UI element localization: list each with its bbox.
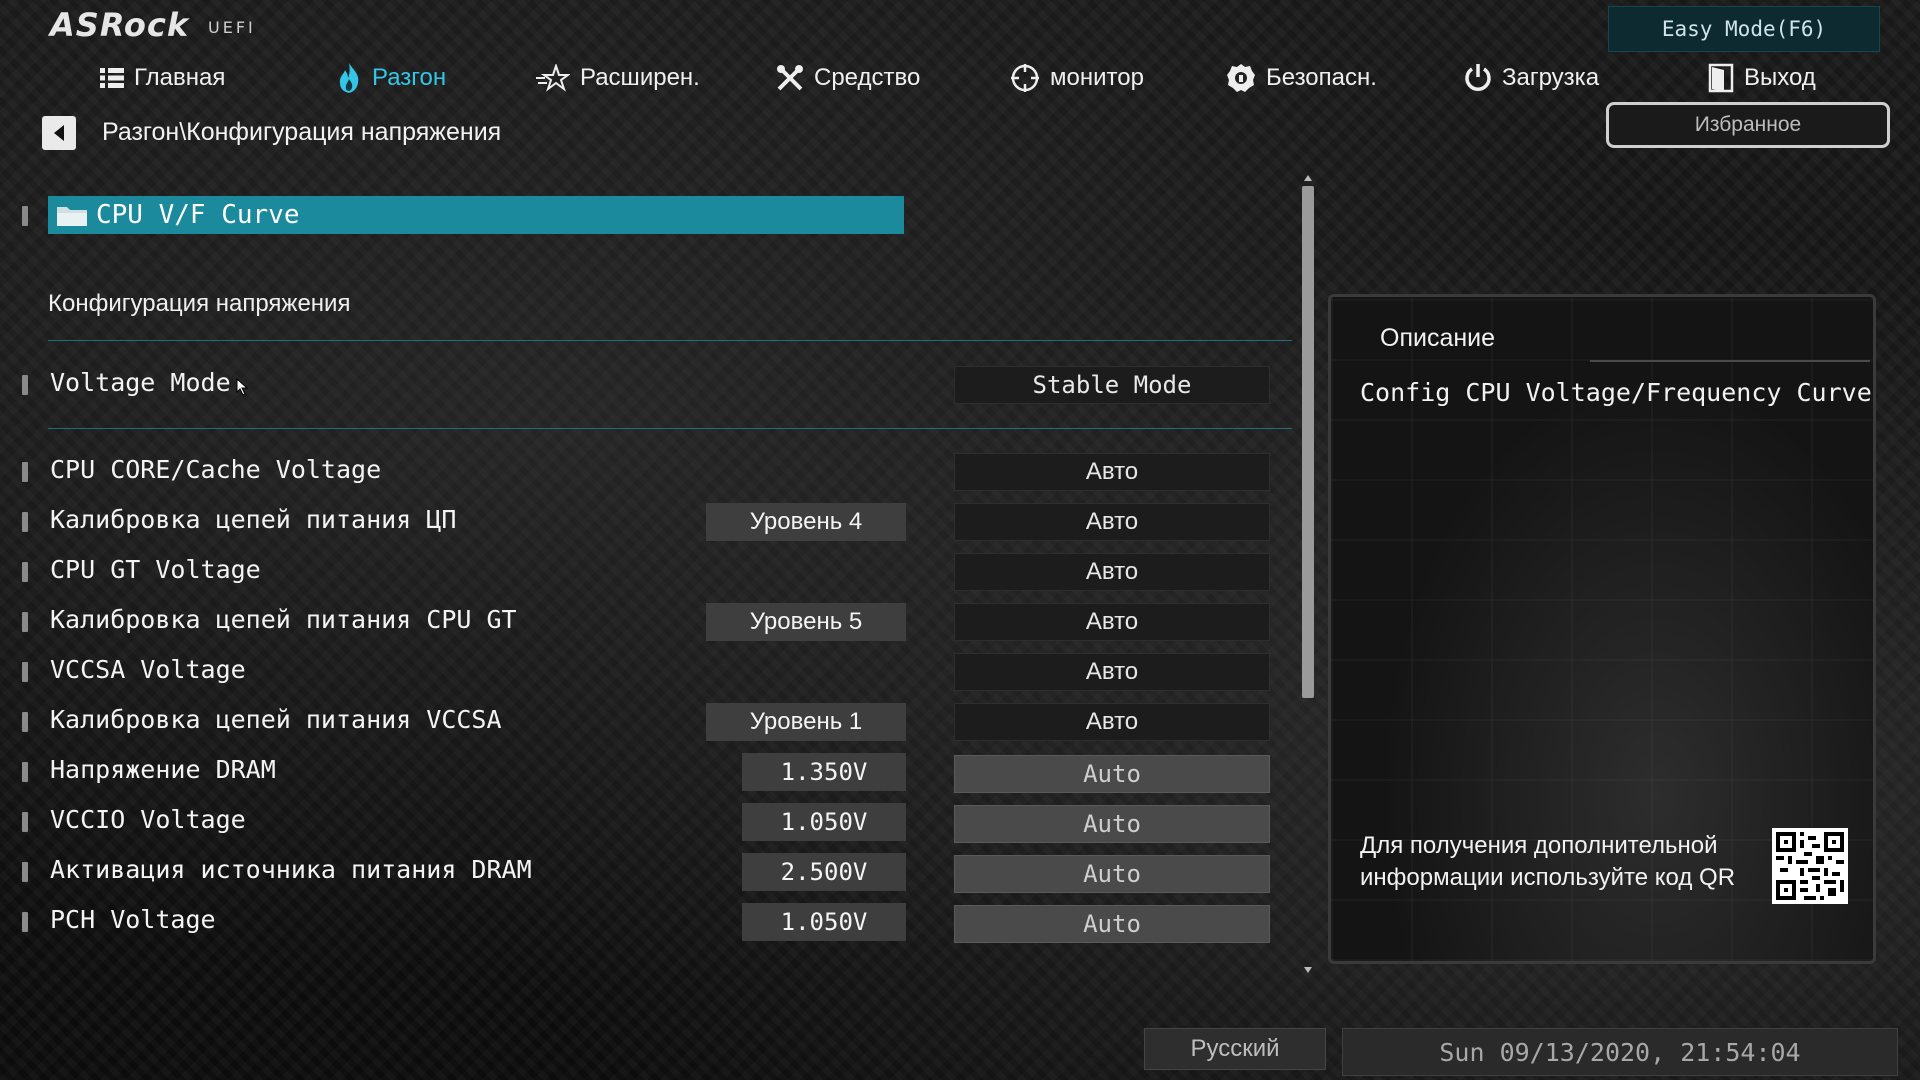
setting-label: Активация источника питания DRAM xyxy=(50,855,532,884)
setting-label: Калибровка цепей питания CPU GT xyxy=(50,605,517,634)
scroll-up-icon xyxy=(1304,175,1312,181)
setting-label: PCH Voltage xyxy=(50,905,216,934)
setting-label: CPU CORE/Cache Voltage xyxy=(50,455,382,484)
setting-label: CPU GT Voltage xyxy=(50,555,261,584)
favorites-button[interactable]: Избранное xyxy=(1606,102,1890,148)
description-text: Config CPU Voltage/Frequency Curve xyxy=(1360,378,1872,407)
setting-label: Калибровка цепей питания ЦП xyxy=(50,505,457,534)
voltage-readout: 1.050V xyxy=(742,803,906,841)
tab-security-label: Безопасн. xyxy=(1266,64,1377,91)
asrock-logo: ASRock xyxy=(50,6,190,44)
back-arrow-icon xyxy=(54,125,64,141)
setting-value-select[interactable]: Авто xyxy=(954,653,1270,691)
language-selector[interactable]: Русский xyxy=(1144,1028,1326,1070)
breadcrumb: Разгон\Конфигурация напряжения xyxy=(102,118,502,146)
power-icon xyxy=(1465,64,1491,91)
setting-value-select[interactable]: Авто xyxy=(954,553,1270,591)
row-marker xyxy=(22,375,28,395)
tab-security[interactable]: Безопасн. xyxy=(1226,60,1377,96)
shield-icon xyxy=(1227,64,1255,92)
mouse-cursor-icon xyxy=(236,378,248,396)
qr-code-icon[interactable] xyxy=(1772,828,1848,904)
target-icon xyxy=(1011,64,1039,92)
setting-value-select[interactable]: Авто xyxy=(954,603,1270,641)
row-marker xyxy=(22,812,28,832)
tab-advanced[interactable]: Расширен. xyxy=(536,60,700,96)
tab-main-label: Главная xyxy=(134,64,226,91)
setting-value-select[interactable]: Авто xyxy=(954,453,1270,491)
voltage-readout: 2.500V xyxy=(742,853,906,891)
scroll-down-icon xyxy=(1304,967,1312,973)
row-marker xyxy=(22,206,28,226)
tab-boot-label: Загрузка xyxy=(1502,64,1600,91)
tab-monitor[interactable]: монитор xyxy=(1010,60,1144,96)
datetime-display: Sun 09/13/2020, 21:54:04 xyxy=(1342,1028,1898,1076)
star-icon xyxy=(536,64,570,92)
setting-value-select[interactable]: Auto xyxy=(954,855,1270,893)
level-indicator: Уровень 5 xyxy=(706,603,906,641)
cpu-vf-curve-item[interactable]: CPU V/F Curve xyxy=(48,196,904,234)
tab-main[interactable]: Главная xyxy=(100,60,225,96)
setting-value-select[interactable]: Auto xyxy=(954,755,1270,793)
row-marker xyxy=(22,662,28,682)
description-title: Описание xyxy=(1380,324,1496,352)
voltage-readout: 1.050V xyxy=(742,903,906,941)
divider xyxy=(1590,360,1870,362)
voltage-readout: 1.350V xyxy=(742,753,906,791)
tab-advanced-label: Расширен. xyxy=(580,64,700,91)
tab-exit[interactable]: Выход xyxy=(1708,60,1816,96)
setting-value-select[interactable]: Авто xyxy=(954,703,1270,741)
setting-value-select[interactable]: Auto xyxy=(954,905,1270,943)
row-marker xyxy=(22,712,28,732)
easy-mode-button[interactable]: Easy Mode(F6) xyxy=(1608,6,1880,52)
folder-icon xyxy=(57,207,87,226)
setting-value-select[interactable]: Авто xyxy=(954,503,1270,541)
level-indicator: Уровень 1 xyxy=(706,703,906,741)
voltage-mode-select[interactable]: Stable Mode xyxy=(954,366,1270,404)
row-marker xyxy=(22,612,28,632)
voltage-mode-label: Voltage Mode xyxy=(50,368,231,397)
tab-overclock[interactable]: Разгон xyxy=(336,60,446,96)
divider xyxy=(48,428,1292,429)
setting-value-select[interactable]: Auto xyxy=(954,805,1270,843)
cpu-vf-curve-label: CPU V/F Curve xyxy=(96,200,300,230)
divider xyxy=(48,340,1292,341)
row-marker xyxy=(22,462,28,482)
tab-exit-label: Выход xyxy=(1744,64,1816,91)
scrollbar-thumb[interactable] xyxy=(1302,186,1314,698)
main-nav: Главная Разгон Расширен. Средство монито… xyxy=(0,54,1920,98)
level-indicator: Уровень 4 xyxy=(706,503,906,541)
row-marker xyxy=(22,562,28,582)
uefi-label: UEFI xyxy=(208,18,256,37)
row-marker xyxy=(22,912,28,932)
scroll-up-button[interactable] xyxy=(1302,172,1314,184)
tab-tools-label: Средство xyxy=(814,64,921,91)
tab-tools[interactable]: Средство xyxy=(776,60,920,96)
setting-label: Напряжение DRAM xyxy=(50,755,276,784)
list-icon xyxy=(100,68,124,88)
scroll-down-button[interactable] xyxy=(1302,964,1314,976)
setting-label: Калибровка цепей питания VCCSA xyxy=(50,705,502,734)
row-marker xyxy=(22,762,28,782)
tab-overclock-label: Разгон xyxy=(372,64,447,91)
back-button[interactable] xyxy=(42,116,76,150)
exit-door-icon xyxy=(1708,63,1734,93)
setting-label: VCCSA Voltage xyxy=(50,655,246,684)
section-title: Конфигурация напряжения xyxy=(48,290,351,317)
tab-boot[interactable]: Загрузка xyxy=(1464,60,1599,96)
tab-monitor-label: монитор xyxy=(1050,64,1144,91)
flame-icon xyxy=(339,63,359,93)
tools-icon xyxy=(777,65,803,91)
row-marker xyxy=(22,512,28,532)
row-marker xyxy=(22,862,28,882)
qr-note: Для получения дополнительной информации … xyxy=(1360,832,1736,891)
setting-label: VCCIO Voltage xyxy=(50,805,246,834)
